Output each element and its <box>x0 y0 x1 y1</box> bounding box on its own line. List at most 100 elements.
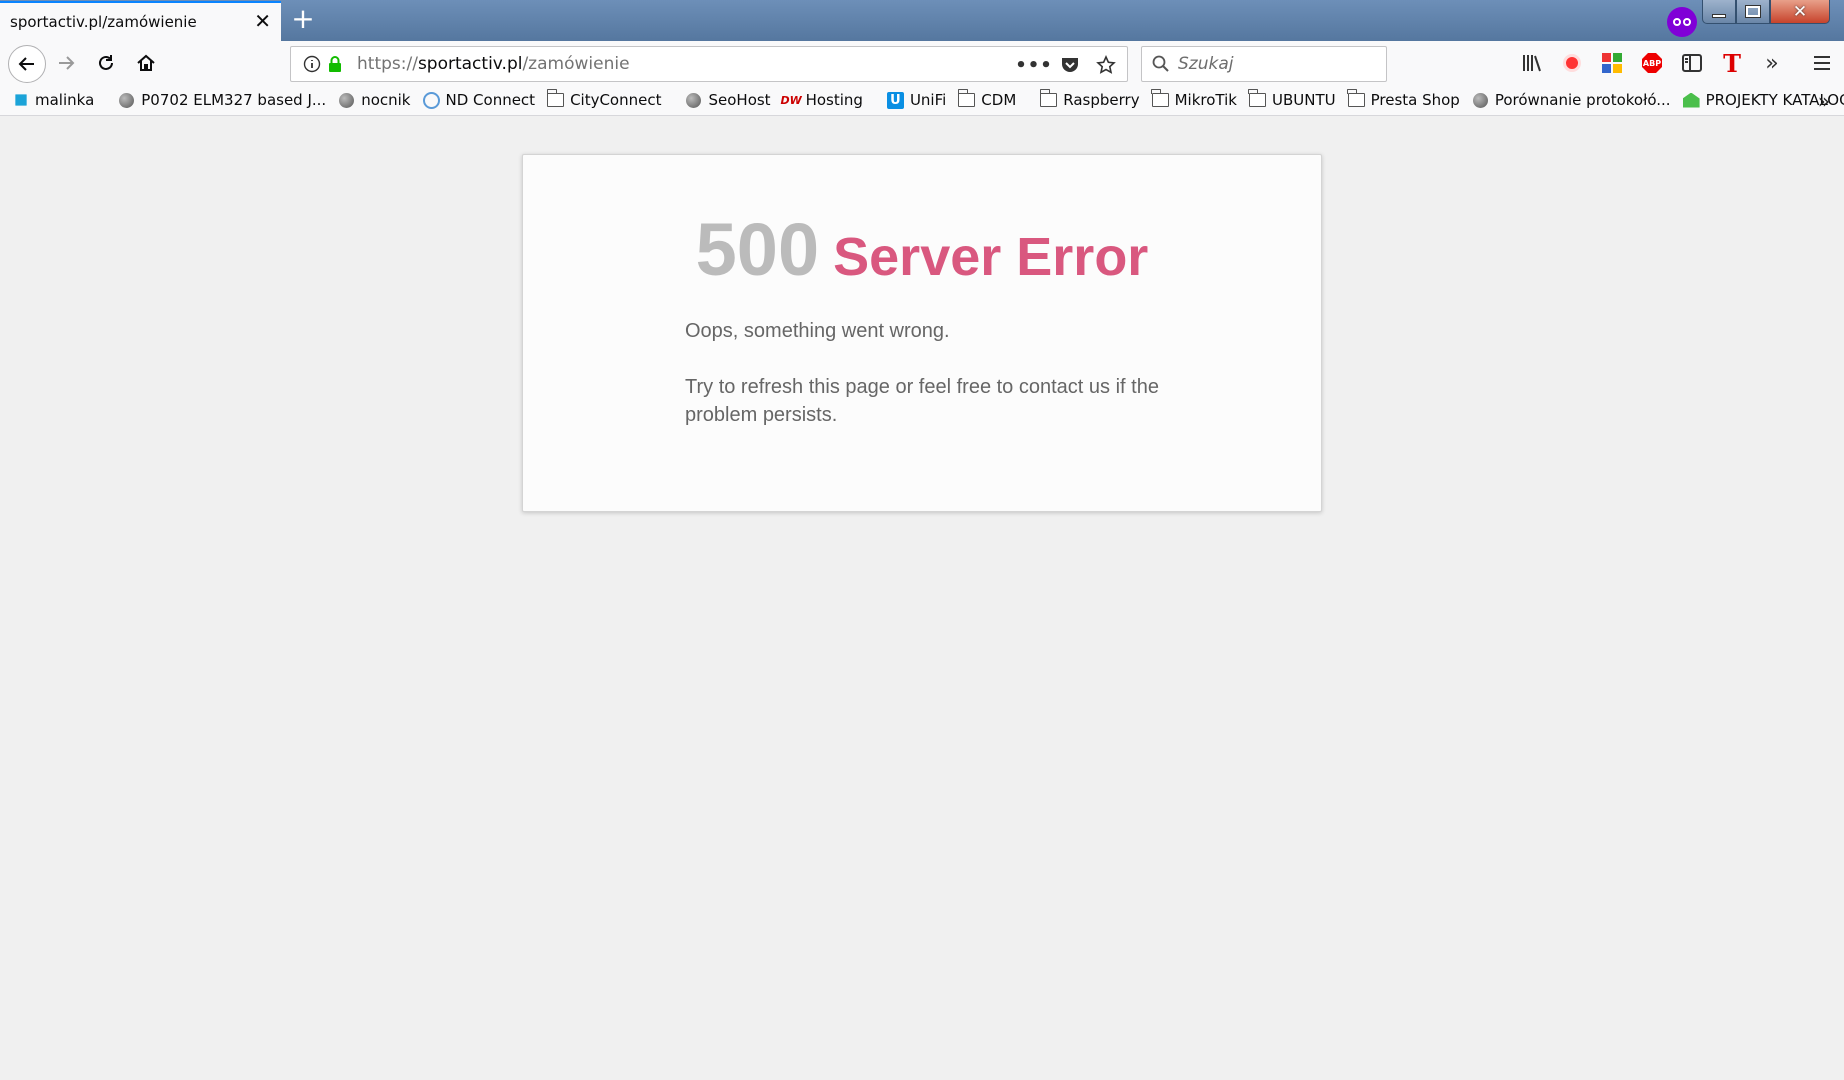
tab-close-icon[interactable]: ✕ <box>254 11 271 31</box>
page-actions-button[interactable]: ••• <box>1021 52 1047 78</box>
house-icon <box>1683 92 1700 109</box>
bookmark-label: MikroTik <box>1175 91 1237 109</box>
bookmark-label: UBUNTU <box>1272 91 1336 109</box>
unifi-icon: U <box>887 92 904 109</box>
close-window-button[interactable]: ✕ <box>1770 0 1830 24</box>
bookmark-cityconnect[interactable]: CityConnect <box>547 91 661 109</box>
globe-icon <box>338 92 355 109</box>
adblock-icon: ABP <box>1642 53 1662 73</box>
bookmark-porownanie[interactable]: Porównanie protokołó... <box>1472 91 1671 109</box>
bookmark-mikrotik[interactable]: MikroTik <box>1152 91 1237 109</box>
lock-icon[interactable] <box>327 55 343 73</box>
chevron-double-right-icon: » <box>1765 51 1778 76</box>
error-detail: Try to refresh this page or feel free to… <box>685 373 1205 429</box>
bookmark-label: Presta Shop <box>1371 91 1460 109</box>
bookmark-label: malinka <box>35 91 94 109</box>
bookmark-p0702[interactable]: P0702 ELM327 based J... <box>118 91 326 109</box>
bookmark-ubuntu[interactable]: UBUNTU <box>1249 91 1336 109</box>
address-bar[interactable]: https://sportactiv.pl/zamówienie ••• <box>290 46 1128 82</box>
bookmark-cdm[interactable]: CDM <box>958 91 1016 109</box>
overflow-button[interactable]: » <box>1756 48 1788 78</box>
dw-icon: DW <box>783 92 800 109</box>
folder-icon <box>1040 92 1057 109</box>
error-message: Oops, something went wrong. <box>685 317 1205 345</box>
bookmark-label: ND Connect <box>446 91 536 109</box>
folder-icon <box>547 92 564 109</box>
folder-icon <box>1249 92 1266 109</box>
error-heading: 500Server Error <box>523 207 1321 292</box>
close-icon: ✕ <box>1793 2 1807 22</box>
bookmark-raspberry[interactable]: Raspberry <box>1040 91 1139 109</box>
error-card: 500Server Error Oops, something went wro… <box>522 154 1322 512</box>
star-icon <box>1096 55 1116 75</box>
title-bar: sportactiv.pl/zamówienie ✕ + ✕ <box>0 0 1844 41</box>
home-icon <box>136 53 156 73</box>
arrow-right-icon <box>56 53 76 73</box>
window-controls: ✕ <box>1702 0 1830 24</box>
bookmarks-overflow-chevron-icon[interactable]: » <box>1818 89 1830 113</box>
navigation-toolbar: https://sportactiv.pl/zamówienie ••• ABP… <box>0 41 1844 85</box>
bookmark-label: CDM <box>981 91 1016 109</box>
folder-icon <box>1348 92 1365 109</box>
nd-icon <box>423 92 440 109</box>
library-button[interactable] <box>1516 48 1548 78</box>
kodi-icon <box>12 92 29 109</box>
bookmarks-bar: malinka P0702 ELM327 based J... nocnik N… <box>0 85 1844 116</box>
search-input[interactable] <box>1178 54 1378 74</box>
bookmark-presta-shop[interactable]: Presta Shop <box>1348 91 1460 109</box>
pocket-icon <box>1060 56 1080 74</box>
translate-button[interactable]: T <box>1716 48 1748 78</box>
sidebar-button[interactable] <box>1676 48 1708 78</box>
globe-icon <box>1472 92 1489 109</box>
error-code: 500 <box>696 208 819 291</box>
back-button[interactable] <box>8 45 46 83</box>
home-button[interactable] <box>128 45 164 81</box>
search-bar[interactable] <box>1141 46 1387 82</box>
sidebar-icon <box>1682 54 1702 72</box>
pocket-button[interactable] <box>1057 52 1083 78</box>
reload-button[interactable] <box>88 45 124 81</box>
url-domain: sportactiv.pl <box>418 54 523 74</box>
menu-button[interactable] <box>1806 48 1838 78</box>
minimize-button[interactable] <box>1702 0 1736 24</box>
bookmark-nocnik[interactable]: nocnik <box>338 91 410 109</box>
extension-grid-button[interactable] <box>1596 48 1628 78</box>
more-dots-icon: ••• <box>1015 55 1053 76</box>
globe-icon <box>685 92 702 109</box>
url-path: /zamówienie <box>522 54 629 74</box>
new-tab-button[interactable]: + <box>290 6 316 34</box>
url-text[interactable]: https://sportactiv.pl/zamówienie <box>357 54 630 74</box>
hamburger-icon <box>1813 55 1831 71</box>
error-message-block: Oops, something went wrong. Try to refre… <box>685 317 1205 429</box>
bookmark-seohost[interactable]: SeoHost <box>685 91 770 109</box>
url-protocol: https:// <box>357 54 418 74</box>
bookmark-hosting[interactable]: DW Hosting <box>783 91 863 109</box>
tab-title: sportactiv.pl/zamówienie <box>10 13 197 31</box>
error-title: Server Error <box>833 227 1148 287</box>
screen-recorder-button[interactable] <box>1556 48 1588 78</box>
bookmark-label: Raspberry <box>1063 91 1139 109</box>
bookmark-label: Porównanie protokołó... <box>1495 91 1671 109</box>
bookmark-label: Hosting <box>806 91 863 109</box>
tab-active[interactable]: sportactiv.pl/zamówienie ✕ <box>0 1 281 41</box>
bookmark-nd-connect[interactable]: ND Connect <box>423 91 536 109</box>
bookmark-unifi[interactable]: U UniFi <box>887 91 946 109</box>
record-icon <box>1563 54 1581 72</box>
reload-icon <box>96 53 116 73</box>
bookmark-label: CityConnect <box>570 91 661 109</box>
arrow-left-icon <box>17 54 37 74</box>
bookmark-star-button[interactable] <box>1093 52 1119 78</box>
t-icon: T <box>1723 49 1741 78</box>
search-icon <box>1152 55 1170 73</box>
info-icon[interactable] <box>303 55 321 73</box>
bookmark-malinka[interactable]: malinka <box>12 91 94 109</box>
forward-button[interactable] <box>48 45 84 81</box>
bookmark-label: UniFi <box>910 91 946 109</box>
library-icon <box>1521 53 1543 73</box>
adblock-button[interactable]: ABP <box>1636 48 1668 78</box>
maximize-icon <box>1746 6 1760 17</box>
minimize-icon <box>1712 14 1726 18</box>
page-content: 500Server Error Oops, something went wro… <box>0 116 1844 1080</box>
maximize-button[interactable] <box>1736 0 1770 24</box>
grid-icon <box>1602 53 1622 73</box>
